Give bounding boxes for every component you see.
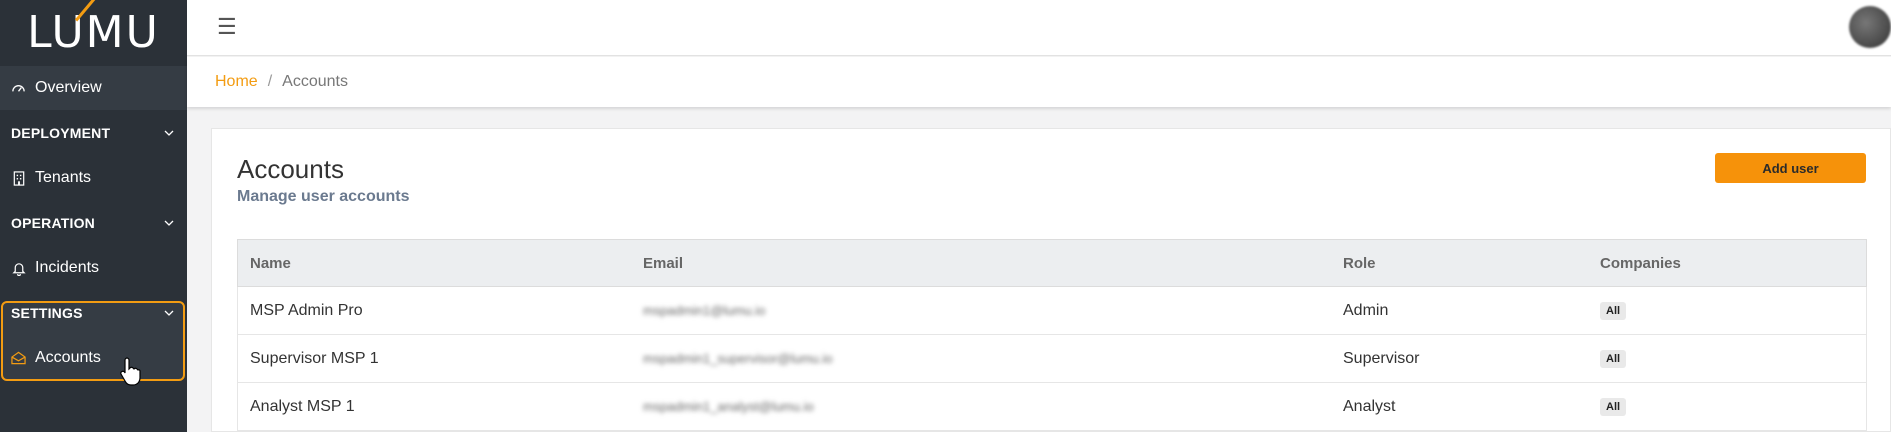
hamburger-icon[interactable]: ☰ (217, 16, 237, 38)
envelope-open-icon (11, 351, 26, 366)
bell-icon (11, 261, 26, 276)
logo-text: LUMU (27, 7, 160, 58)
sidebar-item-incidents[interactable]: Incidents (0, 246, 187, 290)
sidebar-item-label: Accounts (35, 349, 101, 366)
sidebar-section-operation[interactable]: OPERATION (0, 201, 187, 245)
table-row[interactable]: Analyst MSP 1 mspadmin1_analyst@lumu.io … (237, 383, 1867, 431)
cell-role: Admin (1343, 301, 1389, 319)
sidebar-section-settings[interactable]: SETTINGS (0, 291, 187, 335)
cell-companies: All (1600, 301, 1627, 320)
sidebar-item-accounts[interactable]: Accounts (0, 336, 187, 380)
sidebar-item-overview[interactable]: Overview (0, 66, 187, 110)
cell-role: Supervisor (1343, 349, 1420, 367)
cell-role: Analyst (1343, 397, 1396, 415)
top-bar: ☰ (187, 0, 1891, 56)
column-header-companies[interactable]: Companies (1600, 255, 1681, 272)
companies-badge: All (1600, 398, 1627, 416)
accounts-table: Name Email Role Companies MSP Admin Pro … (237, 239, 1867, 431)
building-icon (11, 170, 26, 186)
logo[interactable]: LUMU (0, 0, 187, 66)
sidebar-section-deployment[interactable]: DEPLOYMENT (0, 111, 187, 155)
gauge-icon (11, 81, 26, 96)
page-title: Accounts (237, 154, 344, 184)
sidebar-item-label: Incidents (35, 259, 100, 276)
accounts-card: Accounts Manage user accounts Add user N… (211, 128, 1891, 432)
sidebar-item-tenants[interactable]: Tenants (0, 156, 187, 200)
avatar[interactable] (1849, 6, 1891, 48)
chevron-down-icon (164, 310, 174, 316)
table-row[interactable]: Supervisor MSP 1 mspadmin1_supervisor@lu… (237, 335, 1867, 383)
breadcrumb-separator: / (267, 73, 273, 90)
cell-email: mspadmin1_analyst@lumu.io (643, 399, 814, 414)
sidebar-section-label: OPERATION (11, 215, 95, 231)
sidebar-section-label: DEPLOYMENT (11, 125, 111, 141)
cell-companies: All (1600, 397, 1627, 416)
table-row[interactable]: MSP Admin Pro mspadmin1@lumu.io Admin Al… (237, 287, 1867, 335)
cell-name: Analyst MSP 1 (250, 397, 355, 415)
sidebar: LUMU Overview DEPLOYMENT Tenants OPERATI… (0, 0, 187, 432)
companies-badge: All (1600, 302, 1627, 320)
breadcrumb: Home / Accounts (187, 57, 1891, 107)
chevron-down-icon (164, 130, 174, 136)
chevron-down-icon (164, 220, 174, 226)
cell-companies: All (1600, 349, 1627, 368)
column-header-name[interactable]: Name (250, 255, 291, 272)
sidebar-item-label: Tenants (35, 169, 92, 186)
table-header: Name Email Role Companies (237, 239, 1867, 287)
cell-email: mspadmin1_supervisor@lumu.io (643, 351, 833, 366)
hand-pointer-icon (120, 357, 141, 386)
companies-badge: All (1600, 350, 1627, 368)
breadcrumb-current: Accounts (282, 73, 348, 90)
cell-name: MSP Admin Pro (250, 301, 363, 319)
column-header-role[interactable]: Role (1343, 255, 1376, 272)
sidebar-item-label: Overview (35, 79, 102, 96)
page-subtitle: Manage user accounts (237, 188, 410, 205)
add-user-button[interactable]: Add user (1715, 153, 1866, 183)
cell-email: mspadmin1@lumu.io (643, 303, 766, 318)
breadcrumb-home-link[interactable]: Home (215, 73, 258, 91)
cell-name: Supervisor MSP 1 (250, 349, 379, 367)
sidebar-section-label: SETTINGS (11, 305, 83, 321)
column-header-email[interactable]: Email (643, 255, 683, 272)
